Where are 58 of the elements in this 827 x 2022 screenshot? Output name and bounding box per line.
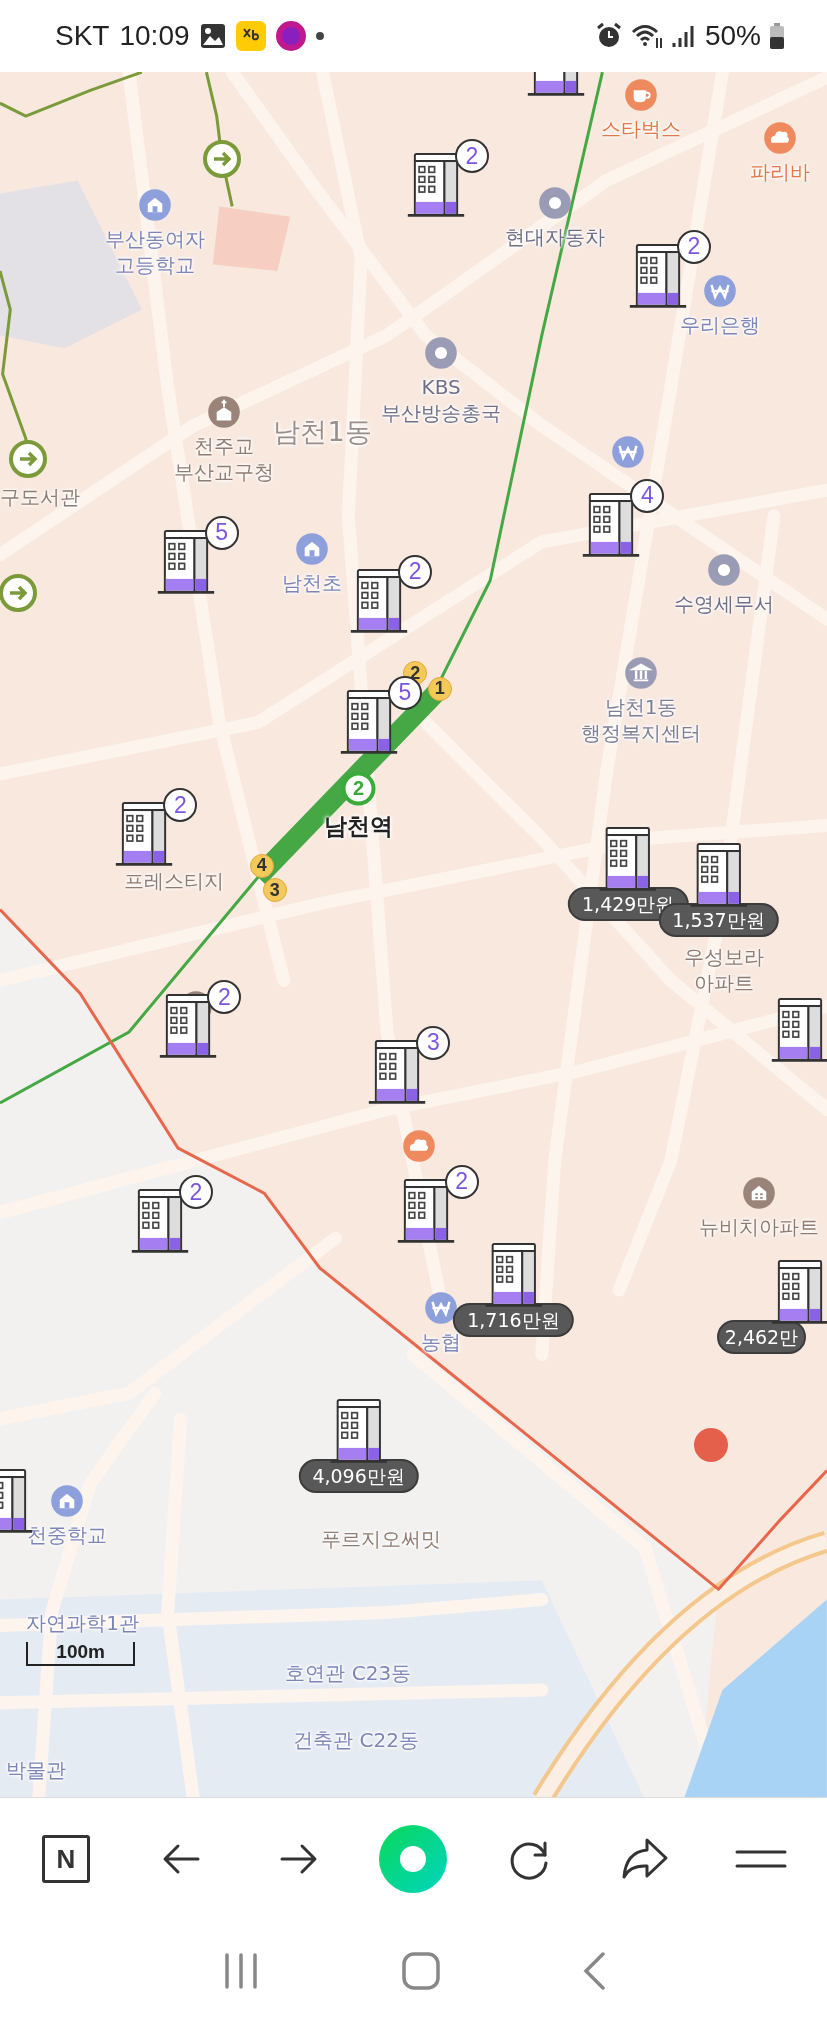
ring-logo-icon	[379, 1825, 448, 1893]
ring-icon	[424, 336, 459, 370]
image-icon	[199, 23, 226, 49]
place-label[interactable]: 호연관 C23동	[285, 1660, 412, 1687]
price-label[interactable]: 4,096만원	[298, 1459, 419, 1494]
carrier-name: SKT	[55, 20, 110, 52]
battery-icon	[769, 22, 785, 50]
place-label[interactable]: 자연과학1관	[26, 1609, 139, 1636]
place-label[interactable]: 남천역	[324, 811, 394, 841]
place-label[interactable]: 프레스티지	[124, 868, 225, 895]
place-label[interactable]: 고등학교	[114, 251, 195, 278]
place-label[interactable]: 수영세무서	[673, 590, 774, 617]
bank-icon	[702, 274, 737, 309]
building-columns-icon	[624, 655, 659, 690]
signal-icon	[670, 23, 697, 49]
school-icon	[295, 532, 330, 567]
bank-icon	[611, 434, 646, 469]
bank-icon	[424, 1290, 459, 1325]
cup-icon	[624, 78, 659, 112]
place-label[interactable]: 우리은행	[679, 312, 760, 339]
place-label[interactable]: 파리바	[750, 158, 811, 185]
place-label[interactable]: 부산방송총국	[381, 400, 502, 426]
home-icon	[401, 1952, 440, 1990]
cloud-icon	[402, 1128, 437, 1163]
school-icon	[137, 187, 172, 222]
building-icon	[405, 151, 467, 220]
place-label[interactable]: 구도서관	[0, 483, 80, 510]
wifi-icon	[630, 22, 663, 50]
place-label[interactable]: 박물관	[6, 1756, 67, 1783]
place-label[interactable]: 뉴비치아파트	[698, 1213, 819, 1240]
alarm-icon	[594, 22, 623, 50]
place-label[interactable]: 행정복지센터	[581, 719, 702, 746]
place-label[interactable]: 남천1동	[273, 414, 372, 448]
place-label[interactable]: KBS	[421, 374, 461, 400]
place-label[interactable]: 남천초	[282, 570, 343, 597]
house-icon	[741, 1175, 776, 1210]
scale-bar: 100m	[25, 1642, 136, 1667]
place-label[interactable]: 우성보라	[683, 944, 764, 971]
place-label[interactable]: 부산동여자	[104, 225, 205, 252]
dot-icon	[315, 32, 324, 40]
place-label[interactable]: 스타벅스	[601, 116, 682, 142]
ring-icon	[706, 552, 741, 587]
place-label[interactable]: 부산교구청	[174, 459, 275, 486]
home-logo-button[interactable]: N	[41, 1835, 90, 1883]
ring-icon	[537, 186, 572, 221]
church-icon	[207, 395, 242, 430]
school-icon	[50, 1484, 85, 1519]
cloud-icon	[763, 120, 798, 155]
battery-percent: 50%	[704, 20, 761, 52]
app-icon	[275, 21, 306, 51]
place-label[interactable]: 푸르지오써밋	[320, 1525, 441, 1552]
place-label[interactable]: 천중학교	[27, 1522, 108, 1549]
app-icon	[235, 21, 266, 51]
place-label[interactable]: 남천1동	[604, 693, 678, 720]
place-label[interactable]: 천주교	[194, 433, 255, 460]
place-label[interactable]: 아파트	[693, 970, 754, 997]
place-label[interactable]: 건축관 C22동	[293, 1727, 419, 1754]
clock-time: 10:09	[119, 20, 190, 52]
